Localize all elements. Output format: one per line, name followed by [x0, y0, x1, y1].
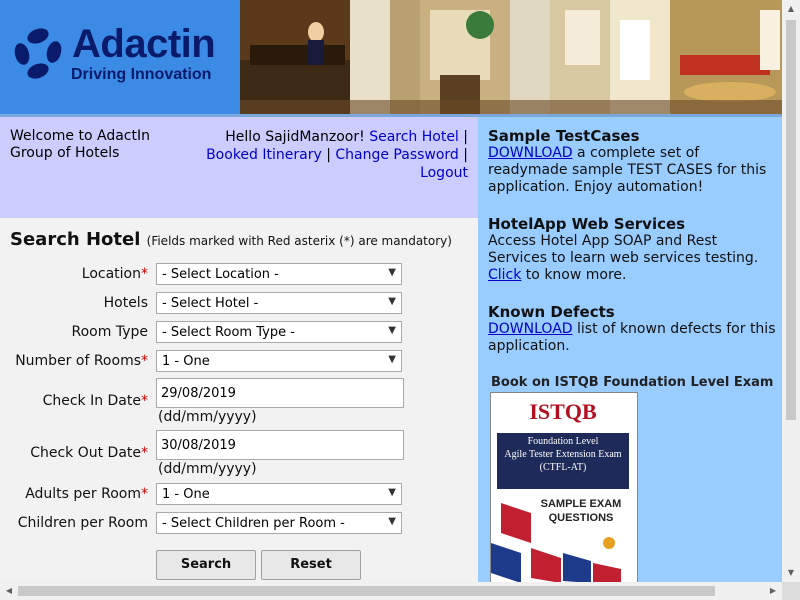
chevron-down-icon: ▼	[388, 354, 396, 365]
sample-testcases-block: Sample TestCases DOWNLOAD a complete set…	[488, 128, 776, 196]
hotel-lobby-image	[240, 0, 782, 114]
mandatory-note: (Fields marked with Red asterix (*) are …	[146, 234, 452, 248]
book-cover-sub3: (CTFL-AT)	[539, 462, 587, 473]
book-title: Book on ISTQB Foundation Level Exam	[491, 375, 774, 390]
sample-testcases-title: Sample TestCases	[488, 127, 640, 145]
chevron-down-icon: ▼	[388, 267, 396, 278]
check-in-format-hint: (dd/mm/yyyy)	[158, 409, 257, 425]
web-services-title: HotelApp Web Services	[488, 215, 686, 233]
hotels-label: Hotels	[103, 295, 148, 311]
chevron-down-icon: ▼	[388, 487, 396, 498]
logo-area: Adactin Driving Innovation	[0, 0, 240, 116]
nav-separator: |	[463, 129, 468, 145]
scroll-left-icon[interactable]: ◀	[0, 582, 18, 600]
adactin-logo-icon	[14, 28, 62, 79]
check-out-format-hint: (dd/mm/yyyy)	[158, 461, 257, 477]
horizontal-scrollbar[interactable]: ◀ ▶	[0, 582, 782, 600]
book-cover-sub1: Foundation Level	[527, 436, 599, 447]
web-services-click-link[interactable]: Click	[488, 267, 521, 283]
change-password-link[interactable]: Change Password	[335, 147, 458, 163]
book-cover-banner: Foundation Level Agile Tester Extension …	[497, 433, 629, 489]
number-of-rooms-label: Number of Rooms*	[15, 353, 148, 369]
testcases-download-link[interactable]: DOWNLOAD	[488, 145, 573, 161]
scrollbar-corner	[782, 582, 800, 600]
web-services-description: Access Hotel App SOAP and Rest Services …	[488, 233, 759, 266]
header: Adactin Driving Innovation	[0, 0, 782, 116]
logout-link[interactable]: Logout	[420, 165, 468, 181]
reset-button[interactable]: Reset	[261, 550, 361, 580]
search-hotel-form: Search Hotel (Fields marked with Red ast…	[0, 218, 478, 582]
form-title-text: Search Hotel	[10, 229, 141, 250]
adults-select[interactable]: 1 - One ▼	[156, 483, 402, 505]
vertical-scroll-thumb[interactable]	[786, 20, 796, 420]
adults-label: Adults per Room*	[25, 486, 148, 502]
istqb-book-cover[interactable]: ISTQB Foundation Level Agile Tester Exte…	[490, 392, 638, 582]
number-of-rooms-select[interactable]: 1 - One ▼	[156, 350, 402, 372]
book-cover-graphic	[491, 503, 621, 582]
nav-separator: |	[326, 147, 331, 163]
booked-itinerary-link[interactable]: Booked Itinerary	[206, 147, 322, 163]
scroll-down-icon[interactable]: ▼	[782, 564, 800, 582]
book-cover-title: ISTQB	[529, 399, 597, 424]
room-type-label: Room Type	[71, 324, 148, 340]
children-label: Children per Room	[17, 515, 148, 531]
check-out-label: Check Out Date*	[30, 445, 148, 461]
nav-separator: |	[463, 147, 468, 163]
scroll-right-icon[interactable]: ▶	[764, 582, 782, 600]
welcome-bar: Welcome to AdactIn Group of Hotels Hello…	[0, 117, 478, 218]
web-services-after: to know more.	[521, 267, 627, 283]
chevron-down-icon: ▼	[388, 325, 396, 336]
location-select[interactable]: - Select Location - ▼	[156, 263, 402, 285]
sidebar: Sample TestCases DOWNLOAD a complete set…	[478, 117, 782, 582]
search-hotel-link[interactable]: Search Hotel	[369, 129, 459, 145]
chevron-down-icon: ▼	[388, 296, 396, 307]
known-defects-block: Known Defects DOWNLOAD list of known def…	[488, 304, 776, 355]
welcome-text: Welcome to AdactIn Group of Hotels	[10, 128, 150, 161]
chevron-down-icon: ▼	[388, 516, 396, 527]
form-title: Search Hotel (Fields marked with Red ast…	[10, 229, 452, 250]
room-type-select[interactable]: - Select Room Type - ▼	[156, 321, 402, 343]
user-nav: Hello SajidManzoor! Search Hotel | Booke…	[168, 128, 468, 182]
user-greeting: Hello SajidManzoor!	[225, 129, 365, 145]
web-services-block: HotelApp Web Services Access Hotel App S…	[488, 216, 776, 284]
hotels-select[interactable]: - Select Hotel - ▼	[156, 292, 402, 314]
location-label: Location*	[81, 266, 148, 282]
children-select[interactable]: - Select Children per Room - ▼	[156, 512, 402, 534]
defects-download-link[interactable]: DOWNLOAD	[488, 321, 573, 337]
check-in-date-input[interactable]: 29/08/2019	[156, 378, 404, 408]
horizontal-scroll-thumb[interactable]	[18, 586, 715, 596]
brand-name: Adactin	[72, 22, 216, 66]
scroll-up-icon[interactable]: ▲	[782, 0, 800, 18]
check-in-label: Check In Date*	[42, 393, 148, 409]
vertical-scrollbar[interactable]: ▲ ▼	[782, 0, 800, 582]
known-defects-title: Known Defects	[488, 303, 615, 321]
check-out-date-input[interactable]: 30/08/2019	[156, 430, 404, 460]
search-button[interactable]: Search	[156, 550, 256, 580]
brand-tagline: Driving Innovation	[71, 66, 212, 83]
book-cover-sub2: Agile Tester Extension Exam	[504, 449, 622, 460]
